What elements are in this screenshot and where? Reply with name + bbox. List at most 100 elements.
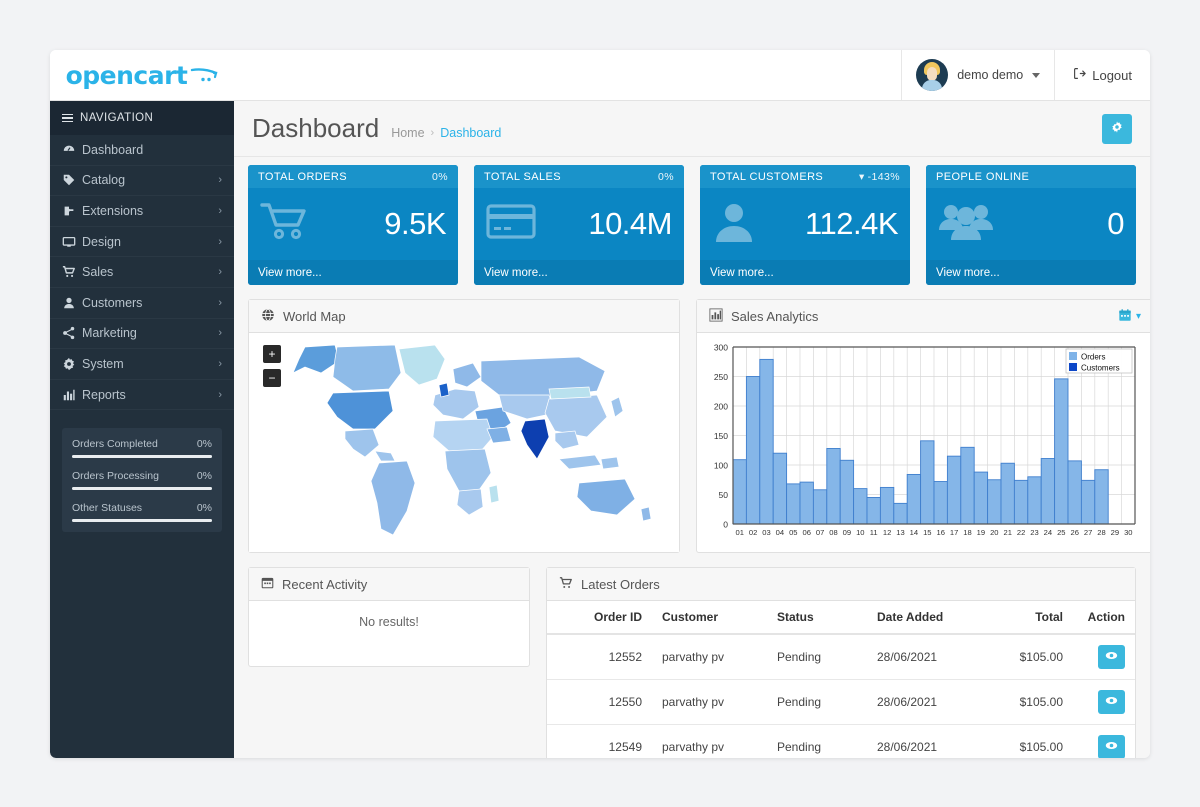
brand-logo[interactable]: opencart xyxy=(50,50,234,100)
cell-customer: parvathy pv xyxy=(652,634,767,680)
breadcrumb-current[interactable]: Dashboard xyxy=(440,126,501,140)
sidebar: NAVIGATION Dashboard Catalog › Extension… xyxy=(50,101,234,758)
sidebar-item-reports[interactable]: Reports › xyxy=(50,380,234,411)
user-name: demo demo xyxy=(957,68,1024,82)
svg-text:18: 18 xyxy=(963,528,971,537)
world-map-canvas[interactable]: + − xyxy=(249,333,679,552)
cell-customer: parvathy pv xyxy=(652,724,767,758)
view-order-button[interactable] xyxy=(1098,690,1125,714)
tile-footer-label: View more... xyxy=(484,266,548,279)
svg-text:22: 22 xyxy=(1017,528,1025,537)
dashboard-settings-button[interactable] xyxy=(1102,113,1132,144)
chevron-right-icon: › xyxy=(218,296,222,309)
world-map-header: World Map xyxy=(249,300,679,333)
tile-percent: 0% xyxy=(429,171,448,183)
sidebar-item-label: System xyxy=(82,356,124,371)
sidebar-item-label: Extensions xyxy=(82,203,144,218)
map-zoom-in-button[interactable]: + xyxy=(263,345,281,363)
chevron-right-icon: › xyxy=(218,388,222,401)
sidebar-item-system[interactable]: System › xyxy=(50,349,234,380)
sidebar-item-label: Sales xyxy=(82,265,114,280)
svg-text:19: 19 xyxy=(977,528,985,537)
svg-text:23: 23 xyxy=(1030,528,1038,537)
admin-app-window: opencart demo demo Logout NAVIGATION Das… xyxy=(50,50,1150,758)
tile-people-online[interactable]: PEOPLE ONLINE 0 View more... xyxy=(926,165,1136,285)
eye-icon xyxy=(1105,694,1118,710)
table-row: 12549 parvathy pv Pending 28/06/2021 $10… xyxy=(547,724,1135,758)
progress-value: 0% xyxy=(196,470,212,483)
logout-button[interactable]: Logout xyxy=(1054,50,1150,100)
sidebar-item-catalog[interactable]: Catalog › xyxy=(50,166,234,197)
chevron-down-icon xyxy=(1032,72,1041,78)
chevron-down-icon: ▾ xyxy=(1135,310,1141,322)
sidebar-item-sales[interactable]: Sales › xyxy=(50,257,234,288)
map-and-chart-row: World Map + − Sales Analytics ▾ 0 50 100… xyxy=(248,299,1150,553)
cell-order-id: 12549 xyxy=(547,724,652,758)
sidebar-item-marketing[interactable]: Marketing › xyxy=(50,319,234,350)
page-header: Dashboard Home › Dashboard xyxy=(234,101,1150,157)
sidebar-item-design[interactable]: Design › xyxy=(50,227,234,258)
tile-title: TOTAL CUSTOMERS xyxy=(710,170,824,183)
progress-value: 0% xyxy=(196,438,212,451)
tile-title: TOTAL ORDERS xyxy=(258,170,347,183)
shopping-cart-icon xyxy=(260,200,312,249)
breadcrumb-separator: › xyxy=(430,126,435,139)
order-status-progress: Orders Completed 0% Orders Processing 0%… xyxy=(62,428,222,533)
chart-date-range-picker[interactable]: ▾ xyxy=(1118,308,1141,325)
table-row: 12550 parvathy pv Pending 28/06/2021 $10… xyxy=(547,679,1135,725)
calendar-icon xyxy=(261,576,274,592)
view-order-button[interactable] xyxy=(1098,645,1125,669)
svg-text:12: 12 xyxy=(883,528,891,537)
avatar xyxy=(916,59,949,91)
tile-value: 0 xyxy=(1107,206,1124,241)
map-zoom-out-button[interactable]: − xyxy=(263,369,281,387)
sidebar-item-label: Catalog xyxy=(82,173,126,188)
credit-card-icon xyxy=(486,202,538,247)
table-header-row: Order ID Customer Status Date Added Tota… xyxy=(547,601,1135,635)
progress-track xyxy=(72,487,212,491)
stat-tiles: TOTAL ORDERS 0% 9.5K View more... TOTAL … xyxy=(248,165,1136,285)
tile-view-more[interactable]: View more... xyxy=(248,260,458,285)
nav-header: NAVIGATION xyxy=(50,101,234,135)
sidebar-item-customers[interactable]: Customers › xyxy=(50,288,234,319)
tile-header: TOTAL SALES 0% xyxy=(474,165,684,188)
tile-total-sales[interactable]: TOTAL SALES 0% 10.4M View more... xyxy=(474,165,684,285)
user-menu[interactable]: demo demo xyxy=(901,50,1054,100)
breadcrumb-home[interactable]: Home xyxy=(391,126,424,140)
sidebar-item-extensions[interactable]: Extensions › xyxy=(50,196,234,227)
svg-text:05: 05 xyxy=(789,528,797,537)
svg-text:200: 200 xyxy=(714,402,728,412)
view-order-button[interactable] xyxy=(1098,735,1125,758)
brand-name: opencart xyxy=(65,60,188,90)
logout-icon xyxy=(1073,67,1086,83)
sidebar-item-label: Dashboard xyxy=(82,142,144,157)
progress-orders-completed: Orders Completed 0% xyxy=(72,438,212,459)
tile-view-more[interactable]: View more... xyxy=(700,260,910,285)
tile-percent-value: 0% xyxy=(658,170,674,183)
progress-other-statuses: Other Statuses 0% xyxy=(72,502,212,523)
page-title: Dashboard xyxy=(252,113,380,143)
breadcrumb: Home › Dashboard xyxy=(391,118,501,140)
svg-text:150: 150 xyxy=(714,431,728,441)
tile-footer-label: View more... xyxy=(936,266,1000,279)
svg-text:14: 14 xyxy=(910,528,918,537)
cart-icon xyxy=(62,265,82,279)
tile-view-more[interactable]: View more... xyxy=(474,260,684,285)
progress-label: Other Statuses xyxy=(72,502,143,515)
tile-total-orders[interactable]: TOTAL ORDERS 0% 9.5K View more... xyxy=(248,165,458,285)
svg-text:06: 06 xyxy=(802,528,810,537)
cell-date-added: 28/06/2021 xyxy=(867,679,982,725)
sidebar-item-dashboard[interactable]: Dashboard xyxy=(50,135,234,166)
tile-total-customers[interactable]: TOTAL CUSTOMERS ▾ -143% 112.4K View more… xyxy=(700,165,910,285)
cell-status: Pending xyxy=(767,634,867,680)
cell-action xyxy=(1073,634,1135,680)
svg-text:02: 02 xyxy=(749,528,757,537)
gear-icon xyxy=(1110,120,1124,137)
tile-body: 112.4K xyxy=(700,188,910,260)
panel-title: Latest Orders xyxy=(581,576,660,592)
sidebar-item-label: Marketing xyxy=(82,326,137,341)
cell-action xyxy=(1073,724,1135,758)
activity-and-orders-row: Recent Activity No results! Latest Order… xyxy=(248,567,1136,758)
tile-view-more[interactable]: View more... xyxy=(926,260,1136,285)
